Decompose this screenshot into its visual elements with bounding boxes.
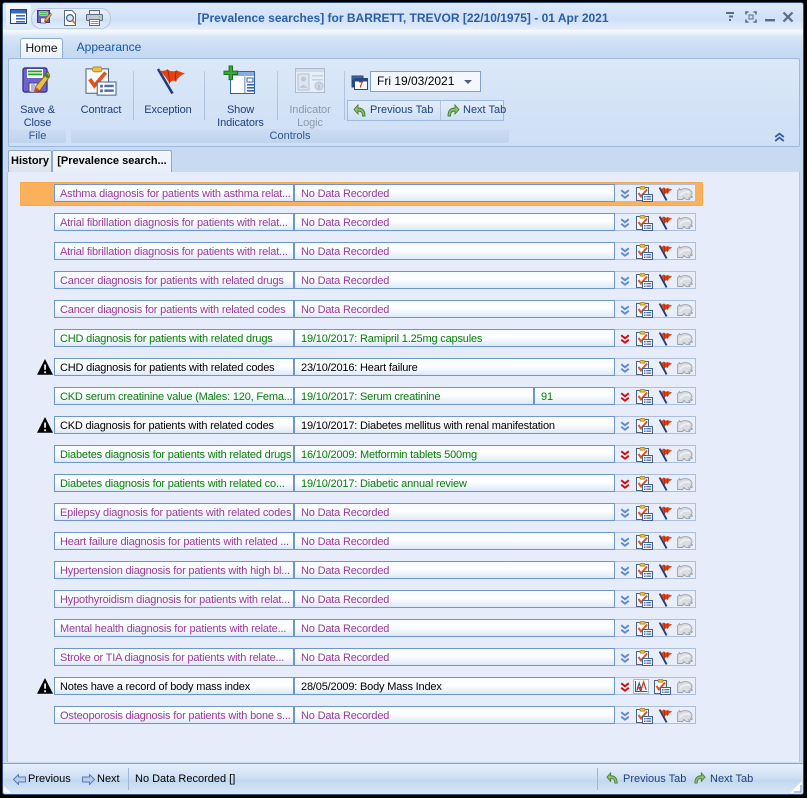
svg-text:7: 7: [359, 81, 364, 90]
